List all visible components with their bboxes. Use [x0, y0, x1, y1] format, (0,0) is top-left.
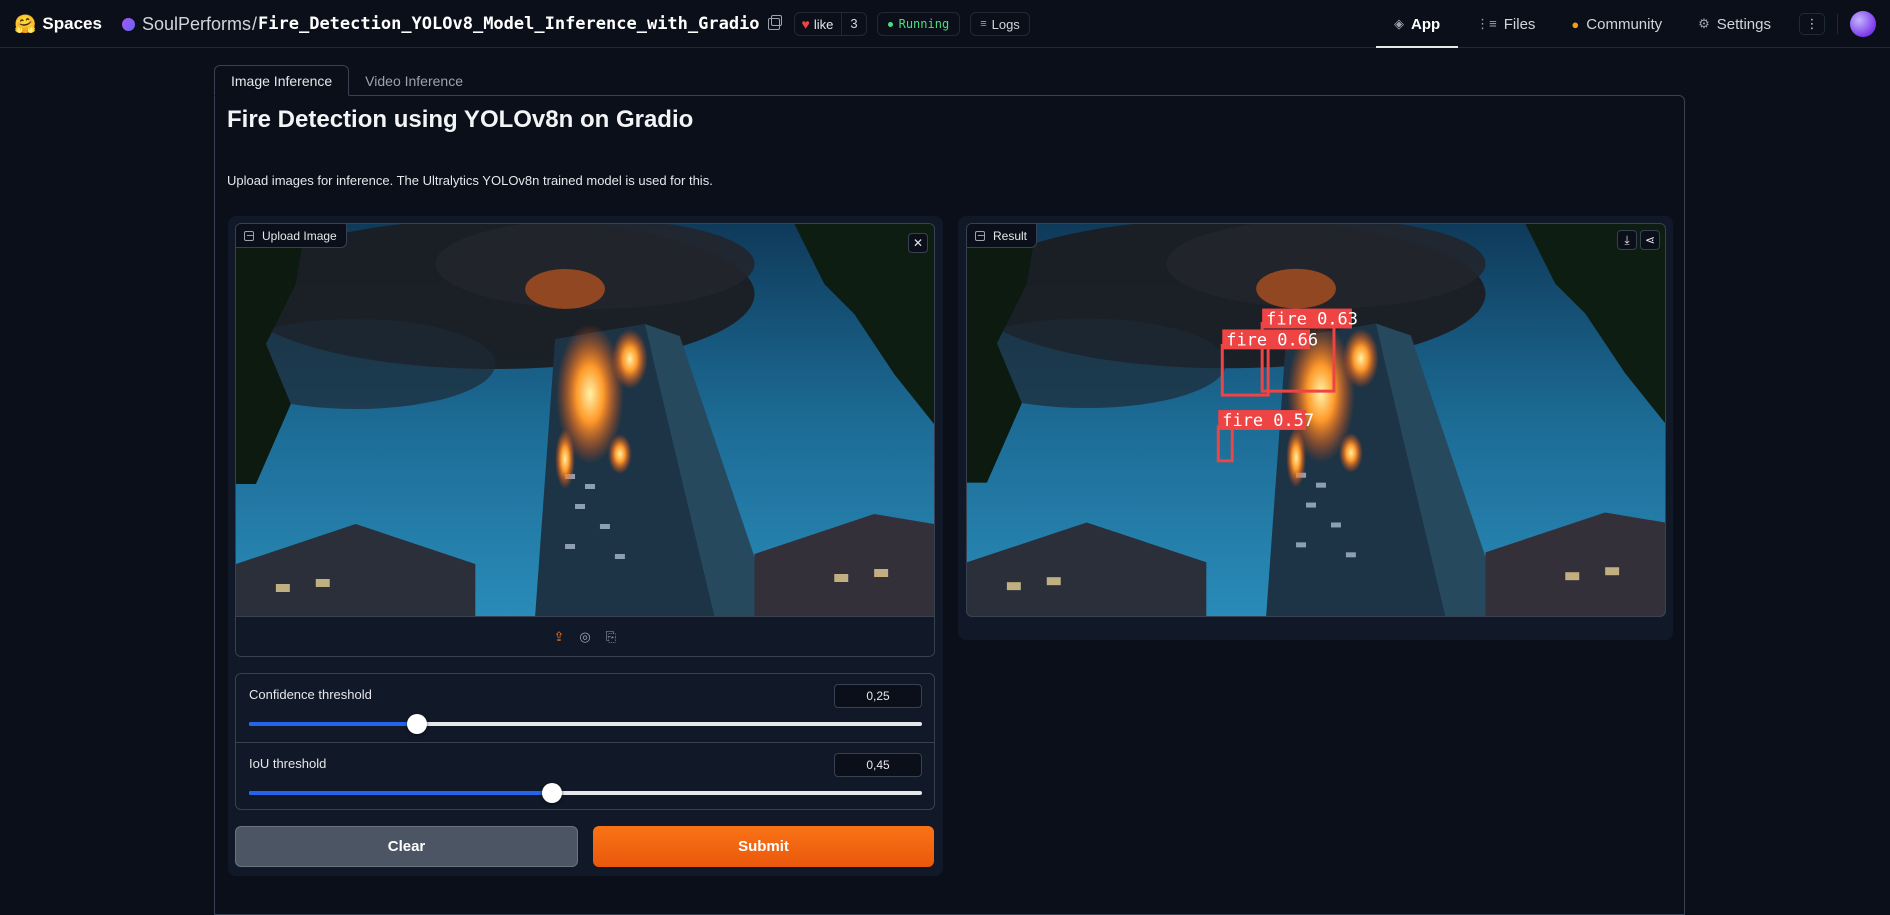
threshold-sliders: Confidence threshold 0,25 IoU threshold … — [235, 673, 935, 810]
upload-image-label-tag: Upload Image — [236, 224, 347, 248]
result-label-tag: Result — [967, 224, 1038, 248]
nav-community[interactable]: ● Community — [1553, 0, 1680, 48]
community-icon: ● — [1571, 16, 1580, 32]
spaces-link[interactable]: Spaces — [42, 14, 102, 34]
files-icon: ⋮≡ — [1476, 16, 1497, 31]
confidence-track-fill — [249, 722, 418, 726]
iou-threshold-label: IoU threshold — [249, 756, 327, 771]
share-icon: ⋖ — [1644, 233, 1656, 247]
nav-app[interactable]: ◈ App — [1375, 0, 1459, 48]
status-text: Running — [898, 17, 950, 31]
nav-community-label: Community — [1586, 15, 1663, 33]
breadcrumb-separator: / — [252, 13, 258, 34]
confidence-threshold-label: Confidence threshold — [249, 687, 372, 702]
copy-icon[interactable] — [767, 15, 782, 30]
iou-threshold-slider[interactable] — [249, 783, 922, 803]
cube-icon: ◈ — [1393, 16, 1404, 31]
page-title: Fire Detection using YOLOv8n on Gradio — [227, 106, 694, 133]
iou-slider-thumb[interactable] — [541, 783, 562, 803]
nav-files-label: Files — [1503, 15, 1536, 33]
tab-video-inference[interactable]: Video Inference — [349, 65, 479, 96]
heart-icon: ♥ — [801, 16, 810, 32]
huggingface-logo-icon[interactable]: 🤗 — [14, 14, 36, 35]
confidence-slider-thumb[interactable] — [407, 714, 428, 734]
image-icon — [244, 230, 254, 241]
download-icon: ⤓ — [1624, 232, 1630, 247]
space-breadcrumb: 🤗 Spaces SoulPerforms / Fire_Detection_Y… — [14, 0, 1030, 48]
iou-threshold-input[interactable]: 0,45 — [834, 753, 922, 777]
result-label: Result — [993, 228, 1028, 243]
space-nav: ◈ App ⋮≡ Files ● Community ⚙ Settings ⋮ — [1375, 0, 1876, 48]
confidence-threshold-block: Confidence threshold 0,25 — [236, 674, 934, 742]
nav-settings-label: Settings — [1716, 15, 1771, 33]
logs-button[interactable]: ≡ Logs — [970, 12, 1030, 36]
download-button[interactable]: ⤓ — [1617, 230, 1637, 250]
kebab-menu-icon: ⋮ — [1805, 16, 1819, 31]
logs-label: Logs — [991, 16, 1020, 32]
clear-button[interactable]: Clear — [235, 826, 578, 867]
share-button[interactable]: ⋖ — [1640, 230, 1660, 250]
iou-track-fill — [249, 791, 552, 795]
like-count: 3 — [841, 12, 865, 36]
user-avatar[interactable] — [1850, 11, 1876, 37]
confidence-threshold-input[interactable]: 0,25 — [834, 684, 922, 708]
detection-label-1: fire 0.63 — [1266, 309, 1358, 329]
repo-name-link[interactable]: Fire_Detection_YOLOv8_Model_Inference_wi… — [258, 14, 760, 34]
nav-files[interactable]: ⋮≡ Files — [1458, 0, 1553, 48]
result-fire-image: fire 0.63 fire 0.66 fire 0.57 — [967, 224, 1665, 616]
image-source-bar: ⇪ ◎ ⎘ — [236, 616, 934, 656]
divider — [1837, 14, 1838, 34]
result-image-panel: Result ⤓ ⋖ fire 0.63 fire 0.66 fire 0.57 — [966, 223, 1666, 617]
uploaded-fire-image — [236, 224, 934, 616]
nav-app-label: App — [1410, 15, 1441, 33]
more-options-button[interactable]: ⋮ — [1799, 13, 1825, 35]
tab-image-inference[interactable]: Image Inference — [214, 65, 350, 96]
iou-threshold-block: IoU threshold 0,45 — [236, 742, 934, 809]
owner-avatar — [121, 17, 135, 31]
clear-image-button[interactable]: ✕ — [908, 233, 928, 253]
submit-button[interactable]: Submit — [593, 826, 934, 867]
image-icon — [975, 230, 985, 241]
gear-icon: ⚙ — [1698, 16, 1710, 31]
like-label: like — [813, 16, 834, 32]
nav-settings[interactable]: ⚙ Settings — [1680, 0, 1789, 48]
inference-tabs: Image Inference Video Inference — [214, 65, 479, 96]
detection-label-2: fire 0.66 — [1226, 329, 1318, 349]
owner-link[interactable]: SoulPerforms — [142, 14, 251, 35]
close-icon: ✕ — [912, 236, 924, 250]
like-button[interactable]: ♥ like 3 — [793, 12, 867, 36]
status-badge[interactable]: Running — [876, 12, 961, 36]
clipboard-icon[interactable]: ⎘ — [603, 629, 619, 645]
upload-image-panel[interactable]: Upload Image ✕ ⇪ ◎ ⎘ — [235, 223, 935, 657]
top-navigation-bar: 🤗 Spaces SoulPerforms / Fire_Detection_Y… — [0, 0, 1890, 48]
page-description: Upload images for inference. The Ultraly… — [227, 173, 713, 188]
status-dot-icon — [887, 21, 893, 27]
upload-image-label: Upload Image — [262, 228, 337, 243]
upload-icon[interactable]: ⇪ — [551, 629, 567, 645]
webcam-icon[interactable]: ◎ — [577, 629, 593, 645]
detection-label-3: fire 0.57 — [1222, 410, 1314, 430]
logs-icon: ≡ — [980, 18, 987, 30]
confidence-threshold-slider[interactable] — [249, 714, 922, 734]
